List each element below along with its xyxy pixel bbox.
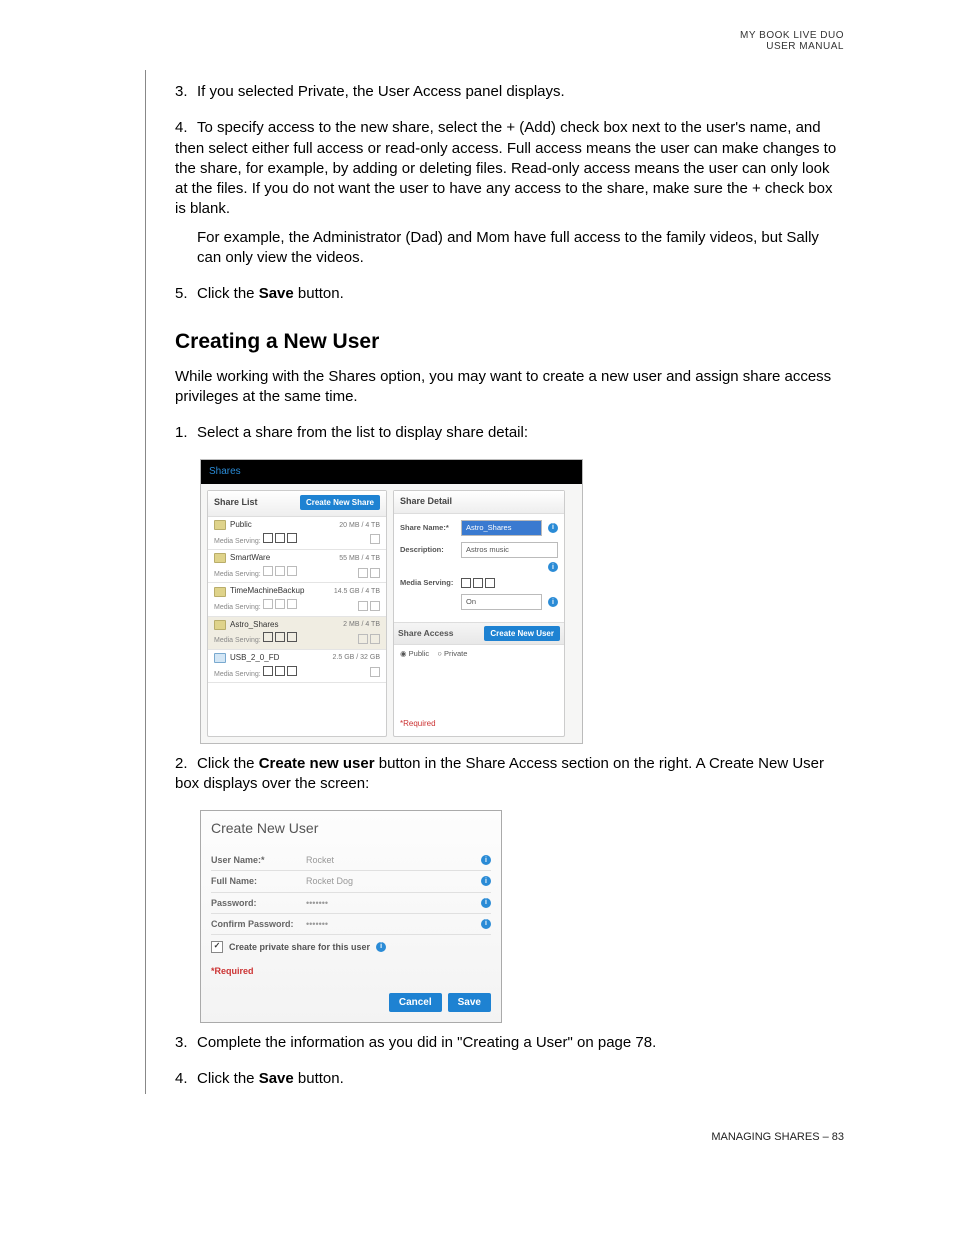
share-name-input[interactable]: Astro_Shares [461,520,542,536]
folder-icon [214,553,226,563]
step-number: 4. [175,118,197,138]
step-4: 4.To specify access to the new share, se… [175,118,844,268]
share-access-header: Share Access Create New User [394,622,564,645]
media-serving-field: Media Serving: [400,578,558,588]
step-text: Select a share from the list to display … [197,424,528,441]
create-new-user-button[interactable]: Create New User [484,626,560,641]
share-name-field: Share Name:* Astro_Shares i [400,520,558,536]
fullname-row: Full Name: Rocket Dog i [211,871,491,892]
confirm-password-row: Confirm Password: ••••••• i [211,914,491,935]
share-detail-header: Share Detail [394,491,564,514]
manual-page: MY BOOK LIVE DUO USER MANUAL 3.If you se… [0,0,954,1174]
page-footer: MANAGING SHARES – 83 [175,1130,844,1145]
share-list-column: Share List Create New Share Public20 MB … [207,490,387,737]
share-row-astro[interactable]: Astro_Shares2 MB / 4 TB Media Serving: [208,617,386,650]
info-icon[interactable]: i [481,855,491,865]
info-icon[interactable]: i [481,919,491,929]
required-note: *Required [394,713,442,736]
step-1b: 1.Select a share from the list to displa… [175,423,844,443]
create-new-share-button[interactable]: Create New Share [300,495,380,510]
step-3b: 3.Complete the information as you did in… [175,1033,844,1053]
step-text: Click the Create new user button in the … [175,755,824,792]
cancel-button[interactable]: Cancel [389,993,442,1012]
private-share-checkbox-row: ✓ Create private share for this user i [211,935,491,959]
description-field: Description: Astros music [400,542,558,558]
content-area: 3.If you selected Private, the User Acce… [175,82,844,1144]
vertical-divider [145,70,146,1094]
step-text: If you selected Private, the User Access… [197,83,565,100]
step-example: For example, the Administrator (Dad) and… [197,228,844,269]
required-note: *Required [211,959,491,985]
info-icon[interactable]: i [481,898,491,908]
public-radio[interactable]: ◉ Public [400,649,429,658]
product-name: MY BOOK LIVE DUO [175,30,844,41]
step-2b: 2.Click the Create new user button in th… [175,754,844,795]
dialog-footer: Cancel Save [201,987,501,1022]
access-radio-row: ◉ Public ○ Private [394,645,564,663]
save-button[interactable]: Save [448,993,491,1012]
password-input[interactable]: ••••••• [306,897,477,909]
info-icon[interactable]: i [548,562,558,572]
password-row: Password: ••••••• i [211,893,491,914]
fullname-input[interactable]: Rocket Dog [306,875,477,887]
step-3: 3.If you selected Private, the User Acce… [175,82,844,102]
confirm-password-input[interactable]: ••••••• [306,918,477,930]
step-number: 3. [175,82,197,102]
share-row-smartware[interactable]: SmartWare55 MB / 4 TB Media Serving: [208,550,386,583]
info-icon[interactable]: i [481,876,491,886]
description-input[interactable]: Astros music [461,542,558,558]
step-number: 2. [175,754,197,774]
step-5: 5.Click the Save button. [175,284,844,304]
share-detail-title: Share Detail [400,495,452,507]
step-number: 3. [175,1033,197,1053]
folder-icon [214,520,226,530]
username-input[interactable]: Rocket [306,854,477,866]
share-row-public[interactable]: Public20 MB / 4 TB Media Serving: [208,517,386,550]
tab-shares[interactable]: Shares [209,466,241,477]
section-heading: Creating a New User [175,328,844,356]
private-share-checkbox[interactable]: ✓ [211,941,223,953]
folder-icon [214,587,226,597]
step-number: 5. [175,284,197,304]
section-intro: While working with the Shares option, yo… [175,367,844,408]
media-serving-toggle[interactable]: On [461,594,542,610]
private-radio[interactable]: ○ Private [437,649,467,658]
panel-tabbar: Shares [201,460,582,484]
info-icon[interactable]: i [548,523,558,533]
manual-label: USER MANUAL [175,41,844,52]
share-row-timemachine[interactable]: TimeMachineBackup14.5 GB / 4 TB Media Se… [208,583,386,616]
step-number: 4. [175,1069,197,1089]
step-number: 1. [175,423,197,443]
step-text: Click the Save button. [197,285,344,302]
shares-panel: Shares Share List Create New Share Publi… [200,459,583,744]
username-row: User Name:* Rocket i [211,850,491,871]
info-icon[interactable]: i [376,942,386,952]
step-text: Click the Save button. [197,1070,344,1087]
page-header: MY BOOK LIVE DUO USER MANUAL [175,30,844,52]
create-new-user-dialog: Create New User User Name:* Rocket i Ful… [200,810,502,1023]
share-row-usb[interactable]: USB_2_0_FD2.5 GB / 32 GB Media Serving: [208,650,386,683]
info-icon[interactable]: i [548,597,558,607]
step-text: Complete the information as you did in "… [197,1034,656,1051]
dialog-title: Create New User [201,811,501,846]
usb-icon [214,653,226,663]
step-text: To specify access to the new share, sele… [175,119,836,217]
private-share-label: Create private share for this user [229,941,370,953]
folder-icon [214,620,226,630]
step-4b: 4.Click the Save button. [175,1069,844,1089]
share-detail-column: Share Detail Share Name:* Astro_Shares i… [393,490,565,737]
share-list-title: Share List [214,496,258,508]
share-list-header: Share List Create New Share [208,491,386,517]
